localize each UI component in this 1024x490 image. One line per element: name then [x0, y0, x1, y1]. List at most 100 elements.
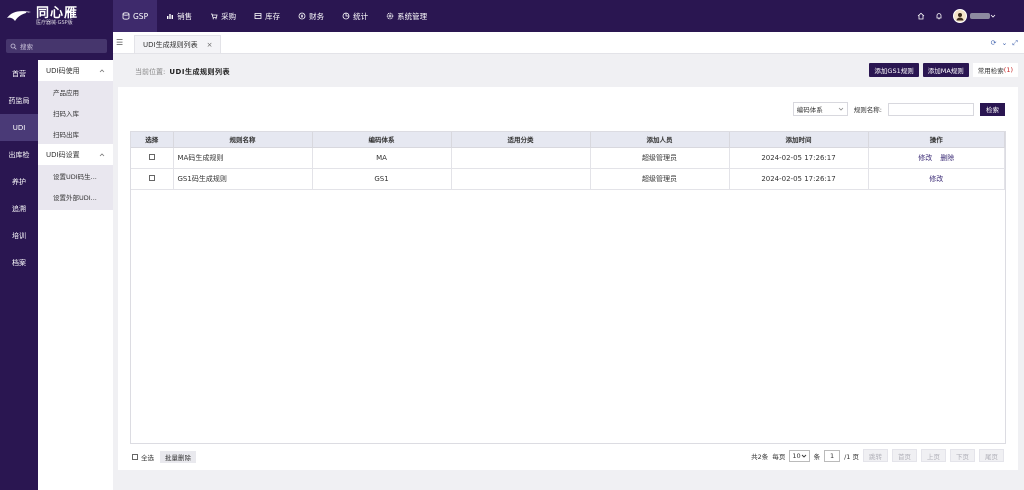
inventory-icon	[254, 13, 262, 19]
sidebar-item-maintenance[interactable]: 养护	[0, 168, 38, 195]
breadcrumb-prefix: 当前位置:	[135, 68, 166, 76]
bulk-actions: 全选 批量删除	[132, 451, 196, 463]
nav-gsp[interactable]: GSP	[113, 0, 158, 32]
first-page-button[interactable]: 首页	[892, 449, 917, 462]
submenu-background	[38, 210, 113, 490]
submenu-item-set-external-udi[interactable]: 设置外部UDI...	[38, 186, 113, 207]
add-gs1-rule-button[interactable]: 添加GS1规则	[869, 63, 919, 77]
nav-stats[interactable]: 统计	[333, 0, 377, 32]
fullscreen-icon[interactable]: ⤢	[1012, 39, 1018, 48]
search-placeholder: 搜索	[20, 43, 33, 51]
search-icon	[10, 43, 17, 50]
finance-icon	[298, 12, 306, 20]
add-ma-rule-button[interactable]: 添加MA规则	[922, 63, 969, 77]
top-bar: 同心雁 医疗器械·GSP版 GSP 销售 采购 库存 财务 统计 系统管理	[0, 0, 1024, 32]
col-coding-system: 编码体系	[312, 132, 452, 148]
tab-udi-rule-list[interactable]: UDI生成规则列表 ×	[134, 35, 222, 53]
jump-button[interactable]: 跳转	[863, 449, 888, 462]
close-icon[interactable]: ×	[207, 41, 213, 49]
nav-system[interactable]: 系统管理	[377, 0, 436, 32]
nav-finance[interactable]: 财务	[289, 0, 333, 32]
coding-system-value: 编码体系	[796, 106, 823, 114]
nav-system-label: 系统管理	[397, 11, 428, 21]
per-page-unit: 条	[813, 452, 821, 461]
nav-purchase[interactable]: 采购	[201, 0, 245, 32]
table-row: MA码生成规则 MA 超级管理员 2024-02-05 17:26:17 修改删…	[131, 147, 1005, 169]
chevron-down-icon	[801, 454, 806, 458]
sidebar-item-drug-admin[interactable]: 药监局	[0, 87, 38, 114]
row-checkbox[interactable]	[148, 153, 155, 160]
breadcrumb: 当前位置: UDI生成规则列表	[135, 67, 230, 77]
delete-link[interactable]: 删除	[940, 154, 954, 162]
submenu-item-scan-out[interactable]: 扫码出库	[38, 123, 113, 144]
chevron-up-icon	[99, 68, 105, 72]
coding-system-select[interactable]: 编码体系	[792, 102, 848, 116]
nav-purchase-label: 采购	[221, 11, 237, 21]
tab-bar: ☰ UDI生成规则列表 × ⟳ ⌄ ⤢	[113, 32, 1024, 54]
sidebar-item-udi[interactable]: UDI	[0, 114, 38, 141]
chevron-down-icon[interactable]	[990, 13, 996, 19]
page-size-value: 10	[792, 451, 801, 460]
row-checkbox[interactable]	[148, 174, 155, 181]
edit-link[interactable]: 修改	[929, 175, 943, 183]
page-actions: 添加GS1规则 添加MA规则 常用检索 (1)	[869, 63, 1018, 77]
total-pages: /1 页	[844, 452, 859, 461]
cell-category	[451, 147, 591, 169]
nav-finance-label: 财务	[309, 11, 325, 21]
logo: 同心雁 医疗器械·GSP版	[0, 0, 113, 32]
select-all-label: 全选	[141, 454, 154, 462]
submenu-item-set-udi-gen[interactable]: 设置UDI码生...	[38, 165, 113, 186]
logo-title: 同心雁	[36, 5, 79, 21]
cell-added-time: 2024-02-05 17:26:17	[729, 168, 869, 190]
menu-toggle-icon[interactable]: ☰	[116, 38, 123, 47]
nav-sales[interactable]: 销售	[157, 0, 201, 32]
stats-icon	[342, 12, 350, 20]
sidebar-items: 首营 药监局 UDI 出库检 养护 追溯 培训 档案	[0, 60, 38, 276]
sidebar-item-outbound-check[interactable]: 出库检	[0, 141, 38, 168]
submenu-group-udi-use[interactable]: UDI码使用	[38, 60, 113, 81]
page-number-input[interactable]: 1	[824, 449, 841, 462]
last-page-button[interactable]: 尾页	[979, 449, 1004, 462]
rule-name-input[interactable]	[888, 102, 974, 116]
common-search-label: 常用检索	[977, 67, 1004, 75]
edit-link[interactable]: 修改	[918, 154, 932, 162]
search-button[interactable]: 检索	[980, 102, 1005, 116]
chevron-down-icon[interactable]: ⌄	[1002, 39, 1008, 48]
refresh-icon[interactable]: ⟳	[991, 39, 997, 48]
submenu-item-scan-in[interactable]: 扫码入库	[38, 102, 113, 123]
select-all-checkbox[interactable]	[132, 454, 138, 460]
cell-coding-system: MA	[312, 147, 452, 169]
bell-icon[interactable]	[935, 12, 943, 20]
database-icon	[122, 12, 130, 20]
nav-sales-label: 销售	[177, 11, 193, 21]
per-page-label: 每页	[772, 452, 786, 461]
cell-added-time: 2024-02-05 17:26:17	[729, 147, 869, 169]
next-page-button[interactable]: 下页	[950, 449, 975, 462]
cell-category	[451, 168, 591, 190]
cell-operations: 修改 删除	[868, 147, 1005, 169]
goose-logo-icon	[7, 11, 31, 21]
sidebar-item-trace[interactable]: 追溯	[0, 195, 38, 222]
sidebar-item-training[interactable]: 培训	[0, 222, 38, 249]
table-row: GS1码生成规则 GS1 超级管理员 2024-02-05 17:26:17 修…	[131, 168, 1005, 190]
top-nav: GSP 销售 采购 库存 财务 统计 系统管理	[113, 0, 436, 32]
common-search-button[interactable]: 常用检索 (1)	[972, 63, 1018, 77]
submenu-group-udi-settings[interactable]: UDI码设置	[38, 144, 113, 165]
nav-inventory[interactable]: 库存	[245, 0, 289, 32]
page-size-select[interactable]: 10	[789, 449, 810, 462]
submenu-item-product-app[interactable]: 产品应用	[38, 81, 113, 102]
prev-page-button[interactable]: 上页	[921, 449, 946, 462]
sidebar-item-first-supply[interactable]: 首营	[0, 60, 38, 87]
search-input[interactable]: 搜索	[6, 39, 107, 53]
logo-subtitle: 医疗器械·GSP版	[36, 19, 73, 26]
col-select: 选择	[131, 132, 174, 148]
search-area: 搜索	[0, 32, 113, 60]
home-icon[interactable]	[917, 12, 925, 20]
total-count: 共2条	[751, 452, 769, 461]
sidebar-item-archive[interactable]: 档案	[0, 249, 38, 276]
avatar[interactable]	[953, 9, 967, 23]
cell-added-by: 超级管理员	[590, 168, 730, 190]
batch-delete-button[interactable]: 批量删除	[160, 451, 196, 463]
user-name-blurred[interactable]	[970, 13, 990, 19]
cell-coding-system: GS1	[312, 168, 452, 190]
